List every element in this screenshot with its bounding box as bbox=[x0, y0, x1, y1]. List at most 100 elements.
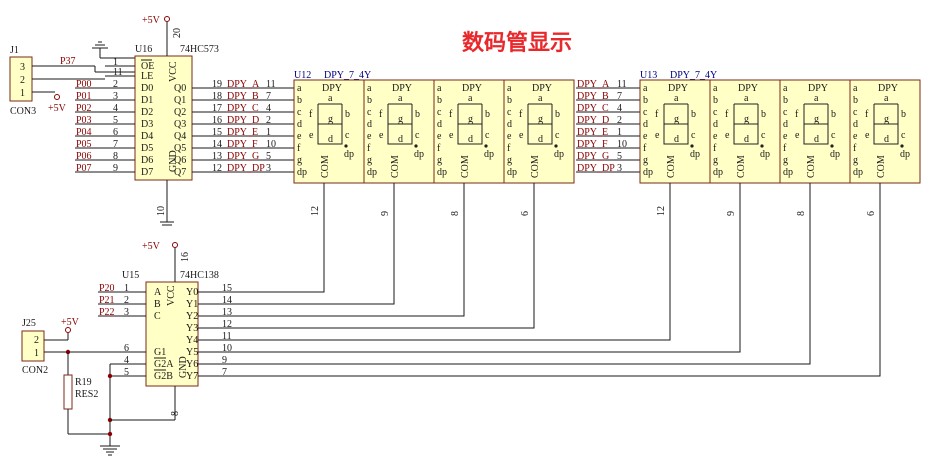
segment-pin-label: d bbox=[437, 119, 442, 130]
u16-latch: U16 74HC573 +5V 20 VCC 10 GND 1 OE11 LEP00… bbox=[75, 15, 294, 226]
u15-pin-name: Y0 bbox=[186, 287, 198, 298]
u15-pin-name: C bbox=[154, 311, 161, 322]
select-wire bbox=[198, 235, 741, 353]
seg-label: c bbox=[761, 130, 766, 141]
u16-pin-number: 18 bbox=[212, 91, 222, 102]
segment-pin-label: g bbox=[507, 155, 512, 166]
r19-type: RES2 bbox=[75, 389, 98, 400]
u13-pin-number: 4 bbox=[617, 103, 622, 114]
seg-label: dp bbox=[900, 149, 910, 160]
segment-pin-label: e bbox=[507, 131, 512, 142]
u16-pin-number: 15 bbox=[212, 127, 222, 138]
seg-label: e bbox=[449, 130, 454, 141]
u16-vcc-pin: 20 bbox=[172, 28, 183, 38]
u13-net-label: DPY_E bbox=[577, 127, 608, 138]
j25-ref: J25 bbox=[22, 318, 36, 329]
display-u13: U13 DPY_7_4Y DPY_A 11 DPY_B 7 DPY_C 4 DPY_D 2 DPY_… bbox=[576, 70, 921, 235]
u16-pin-number: 3 bbox=[113, 91, 118, 102]
u15-pin-name: Y7 bbox=[186, 371, 198, 382]
segment-pin-label: b bbox=[437, 95, 442, 106]
u16-pin-name: D5 bbox=[141, 143, 153, 154]
segment-pin-label: d bbox=[367, 119, 372, 130]
u15-pin-name: A bbox=[154, 287, 162, 298]
segment-pin-label: dp bbox=[783, 167, 793, 178]
digit-com-label: COM bbox=[736, 155, 747, 178]
segment-pin-label: e bbox=[437, 131, 442, 142]
decimal-point-icon bbox=[760, 144, 764, 148]
segment-pin-label: b bbox=[643, 95, 648, 106]
j1-pin-label: 3 bbox=[20, 62, 25, 73]
u16-pin-number: 19 bbox=[212, 79, 222, 90]
u15-pin-name: G2B bbox=[154, 371, 173, 382]
u13-pin-number: 10 bbox=[617, 139, 627, 150]
u13-net-label: DPY_A bbox=[577, 79, 610, 90]
segment-pin-label: dp bbox=[853, 167, 863, 178]
seven-seg-digit: abcdefgdpDPYaf bge cddpCOM8 bbox=[433, 79, 505, 235]
j25-pin-label: 2 bbox=[34, 335, 39, 346]
u15-pin-name: Y4 bbox=[186, 335, 198, 346]
display-ref: U12 bbox=[294, 70, 311, 81]
u15-pin-number: 1 bbox=[124, 283, 129, 294]
u16-pin-name: Q4 bbox=[174, 131, 186, 142]
segment-pin-label: a bbox=[297, 83, 302, 94]
segment-pin-label: dp bbox=[643, 167, 653, 178]
u16-net-label: DPY_B bbox=[227, 91, 259, 102]
u16-net-label: P00 bbox=[76, 79, 92, 90]
com-pin-number: 9 bbox=[726, 211, 737, 216]
segment-pin-label: g bbox=[783, 155, 788, 166]
u13-net-label: DPY_DP bbox=[577, 163, 615, 174]
segment-pin-label: g bbox=[643, 155, 648, 166]
u16-pin-number: 6 bbox=[113, 127, 118, 138]
u15-net-label: P22 bbox=[99, 307, 115, 318]
u15-vcc-pin: 16 bbox=[180, 252, 191, 262]
u15-vcc-name: VCC bbox=[166, 285, 177, 306]
display-part: DPY_7_4Y bbox=[670, 70, 717, 81]
display-part: DPY_7_4Y bbox=[324, 70, 371, 81]
seg-label: c bbox=[831, 130, 836, 141]
u16-pin-number: 12 bbox=[212, 163, 222, 174]
select-wire bbox=[198, 235, 325, 293]
seg-label: e bbox=[795, 130, 800, 141]
decimal-point-icon bbox=[484, 144, 488, 148]
seg-label: b bbox=[691, 109, 696, 120]
seg-label: e bbox=[725, 130, 730, 141]
u15-vcc-label: +5V bbox=[142, 241, 161, 252]
segment-pin-label: b bbox=[507, 95, 512, 106]
com-pin-number: 8 bbox=[796, 211, 807, 216]
u13-net-label: DPY_D bbox=[577, 115, 609, 126]
seg-label: a bbox=[814, 93, 819, 104]
segment-pin-label: d bbox=[643, 119, 648, 130]
digit-com-label: COM bbox=[876, 155, 887, 178]
segment-pin-label: dp bbox=[437, 167, 447, 178]
vcc-terminal-icon bbox=[54, 94, 60, 100]
j25-type: CON2 bbox=[22, 365, 48, 376]
u16-net-label: DPY_G bbox=[227, 151, 259, 162]
segment-pin-label: dp bbox=[713, 167, 723, 178]
seg-label: g bbox=[398, 114, 403, 125]
u15-pin-name: Y1 bbox=[186, 299, 198, 310]
seven-seg-digit: abcdefgdpDPYaf bge cddpCOM9 bbox=[363, 79, 435, 235]
u15-pin-number: 3 bbox=[124, 307, 129, 318]
schematic-canvas: 数码管显示 J1 3 2 1 CON3 P37 +5V U16 74HC573 … bbox=[0, 0, 947, 459]
u16-net-label: P02 bbox=[76, 103, 92, 114]
segment-pin-label: a bbox=[643, 83, 648, 94]
segment-pin-label: e bbox=[367, 131, 372, 142]
u15-pin-name: Y5 bbox=[186, 347, 198, 358]
segment-pin-label: a bbox=[367, 83, 372, 94]
u12-pin-number: 5 bbox=[266, 151, 271, 162]
segment-pin-label: g bbox=[437, 155, 442, 166]
u16-pin-name: Q5 bbox=[174, 143, 186, 154]
j1-net-p37: P37 bbox=[60, 56, 76, 67]
decimal-point-icon bbox=[690, 144, 694, 148]
digit-com-label: COM bbox=[666, 155, 677, 178]
display-ref: U13 bbox=[640, 70, 657, 81]
seven-seg-digit: abcdefgdpDPYaf bge cddpCOM12 bbox=[639, 79, 711, 235]
decimal-point-icon bbox=[830, 144, 834, 148]
u16-pin-name: Q7 bbox=[174, 167, 186, 178]
seven-seg-digit: abcdefgdpDPYaf bge cddpCOM6 bbox=[503, 79, 575, 235]
segment-pin-label: c bbox=[853, 107, 858, 118]
seg-label: a bbox=[538, 93, 543, 104]
segment-pin-label: d bbox=[783, 119, 788, 130]
u16-pin-number: 17 bbox=[212, 103, 222, 114]
u16-pin-number: 13 bbox=[212, 151, 222, 162]
